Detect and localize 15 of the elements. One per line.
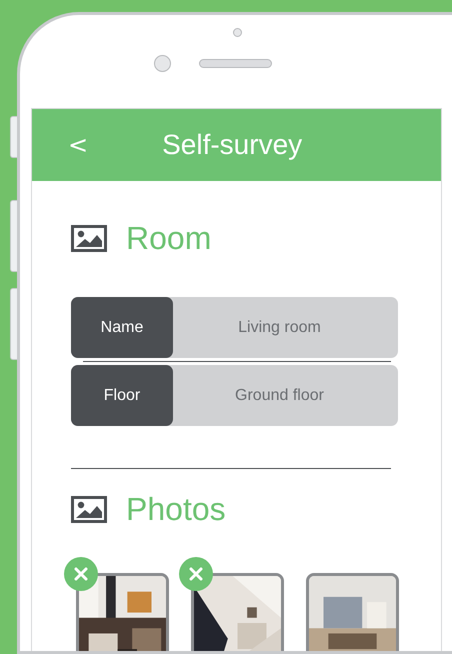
section-title: Photos [126, 491, 226, 528]
screen-title: Self-survey [162, 129, 302, 161]
image-icon [71, 496, 107, 523]
field-value: Ground floor [234, 386, 325, 406]
text-field[interactable]: Floor Ground floor [71, 365, 398, 426]
camera-dot [233, 28, 242, 37]
close-icon [189, 567, 203, 581]
field-value: Living room [237, 318, 322, 338]
image-icon [71, 225, 107, 252]
section-title: Room [126, 220, 212, 257]
close-icon [74, 567, 88, 581]
text-field[interactable]: Name Living room [71, 297, 398, 358]
field-label: Floor [71, 365, 173, 426]
field-label: Name [71, 297, 173, 358]
camera-lens [154, 55, 171, 72]
